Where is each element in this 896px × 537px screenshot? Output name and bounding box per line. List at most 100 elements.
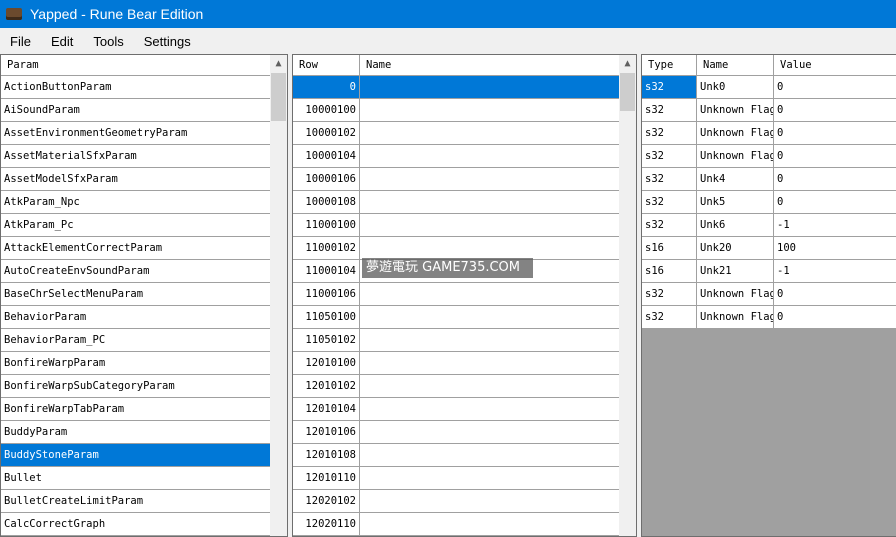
row-id-cell[interactable]: 11050100 (293, 306, 360, 328)
field-list-item[interactable]: s32 Unk6 -1 (642, 214, 896, 237)
row-name-cell[interactable] (360, 283, 620, 305)
field-list-item[interactable]: s32 Unk0 0 (642, 76, 896, 99)
row-id-cell[interactable]: 12020110 (293, 513, 360, 535)
param-list-item[interactable]: BulletCreateLimitParam (1, 490, 271, 513)
param-list-item[interactable]: BuddyParam (1, 421, 271, 444)
menu-file[interactable]: File (0, 34, 41, 49)
row-list-item[interactable]: 11000106 (293, 283, 620, 306)
row-list-item[interactable]: 11050102 (293, 329, 620, 352)
field-value-cell[interactable]: 0 (774, 145, 896, 167)
field-value-cell[interactable]: 0 (774, 306, 896, 328)
param-name-cell[interactable]: Bullet (1, 467, 271, 489)
field-type-cell[interactable]: s32 (642, 99, 697, 121)
param-name-cell[interactable]: BonfireWarpTabParam (1, 398, 271, 420)
param-list-item[interactable]: AssetModelSfxParam (1, 168, 271, 191)
row-name-cell[interactable] (360, 513, 620, 535)
field-value-cell[interactable]: 0 (774, 76, 896, 98)
param-list-item[interactable]: BonfireWarpSubCategoryParam (1, 375, 271, 398)
param-name-cell[interactable]: BuddyParam (1, 421, 271, 443)
field-value-cell[interactable]: 0 (774, 99, 896, 121)
row-id-cell[interactable]: 10000104 (293, 145, 360, 167)
field-name-cell[interactable]: Unknown Flag (697, 145, 774, 167)
param-name-cell[interactable]: ActionButtonParam (1, 76, 271, 98)
field-type-cell[interactable]: s32 (642, 306, 697, 328)
field-list-item[interactable]: s32 Unknown Flag 0 (642, 145, 896, 168)
param-name-cell[interactable]: CalcCorrectGraph (1, 513, 271, 535)
row-id-cell[interactable]: 11000102 (293, 237, 360, 259)
param-name-cell[interactable]: BonfireWarpSubCategoryParam (1, 375, 271, 397)
value-column-header[interactable]: Value (774, 55, 896, 75)
row-list-item[interactable]: 12010110 (293, 467, 620, 490)
field-value-cell[interactable]: 0 (774, 191, 896, 213)
row-name-cell[interactable] (360, 352, 620, 374)
param-name-cell[interactable]: BehaviorParam (1, 306, 271, 328)
row-id-cell[interactable]: 12020102 (293, 490, 360, 512)
param-name-cell[interactable]: AssetModelSfxParam (1, 168, 271, 190)
row-list-item[interactable]: 11000100 (293, 214, 620, 237)
field-type-cell[interactable]: s32 (642, 122, 697, 144)
field-name-column-header[interactable]: Name (697, 55, 774, 75)
param-list-item[interactable]: AttackElementCorrectParam (1, 237, 271, 260)
field-list-item[interactable]: s32 Unknown Flag 0 (642, 99, 896, 122)
row-id-cell[interactable]: 10000102 (293, 122, 360, 144)
row-list-item[interactable]: 10000108 (293, 191, 620, 214)
param-name-cell[interactable]: AssetEnvironmentGeometryParam (1, 122, 271, 144)
param-list-item[interactable]: CalcCorrectGraph (1, 513, 271, 536)
param-name-cell[interactable]: BulletCreateLimitParam (1, 490, 271, 512)
row-id-cell[interactable]: 11050102 (293, 329, 360, 351)
row-list-item[interactable]: 12010108 (293, 444, 620, 467)
param-list-item[interactable]: AtkParam_Npc (1, 191, 271, 214)
param-name-cell[interactable]: BuddyStoneParam (1, 444, 271, 466)
row-name-cell[interactable] (360, 421, 620, 443)
row-name-cell[interactable] (360, 191, 620, 213)
row-id-cell[interactable]: 12010104 (293, 398, 360, 420)
field-name-cell[interactable]: Unk4 (697, 168, 774, 190)
row-name-cell[interactable] (360, 145, 620, 167)
field-name-cell[interactable]: Unknown Flag (697, 99, 774, 121)
row-name-cell[interactable] (360, 214, 620, 236)
param-list-item[interactable]: BonfireWarpTabParam (1, 398, 271, 421)
menu-tools[interactable]: Tools (83, 34, 133, 49)
row-list-item[interactable]: 12020110 (293, 513, 620, 536)
row-name-cell[interactable] (360, 398, 620, 420)
row-list-item[interactable]: 12020102 (293, 490, 620, 513)
row-name-cell[interactable] (360, 168, 620, 190)
row-name-cell[interactable] (360, 467, 620, 489)
field-type-cell[interactable]: s32 (642, 283, 697, 305)
row-name-cell[interactable] (360, 375, 620, 397)
scroll-up-icon[interactable]: ▲ (270, 55, 287, 72)
row-list-item[interactable]: 12010106 (293, 421, 620, 444)
row-name-cell[interactable] (360, 122, 620, 144)
row-list-item[interactable]: 10000102 (293, 122, 620, 145)
param-list-item[interactable]: AiSoundParam (1, 99, 271, 122)
row-list-item[interactable]: 10000100 (293, 99, 620, 122)
field-list-item[interactable]: s32 Unk4 0 (642, 168, 896, 191)
field-list-item[interactable]: s16 Unk20 100 (642, 237, 896, 260)
menu-edit[interactable]: Edit (41, 34, 83, 49)
field-list-item[interactable]: s32 Unknown Flag 0 (642, 306, 896, 329)
field-name-cell[interactable]: Unknown Flag (697, 306, 774, 328)
row-list-item[interactable]: 12010100 (293, 352, 620, 375)
param-name-cell[interactable]: AssetMaterialSfxParam (1, 145, 271, 167)
field-value-cell[interactable]: 0 (774, 122, 896, 144)
row-list-item[interactable]: 0 (293, 76, 620, 99)
row-name-cell[interactable] (360, 306, 620, 328)
field-value-cell[interactable]: 100 (774, 237, 896, 259)
param-scrollbar[interactable]: ▲ (270, 55, 287, 536)
field-list-item[interactable]: s32 Unk5 0 (642, 191, 896, 214)
row-list-item[interactable]: 11050100 (293, 306, 620, 329)
field-type-cell[interactable]: s32 (642, 191, 697, 213)
field-value-cell[interactable]: -1 (774, 214, 896, 236)
row-id-cell[interactable]: 12010102 (293, 375, 360, 397)
field-type-cell[interactable]: s32 (642, 76, 697, 98)
row-scrollbar[interactable]: ▲ (619, 55, 636, 536)
row-list-item[interactable]: 10000104 (293, 145, 620, 168)
param-list-item[interactable]: AssetMaterialSfxParam (1, 145, 271, 168)
param-list-item[interactable]: BehaviorParam_PC (1, 329, 271, 352)
field-type-cell[interactable]: s32 (642, 214, 697, 236)
param-list-item[interactable]: ActionButtonParam (1, 76, 271, 99)
field-name-cell[interactable]: Unknown Flag (697, 283, 774, 305)
type-column-header[interactable]: Type (642, 55, 697, 75)
scroll-thumb[interactable] (271, 73, 286, 121)
param-list-item[interactable]: BuddyStoneParam (1, 444, 271, 467)
